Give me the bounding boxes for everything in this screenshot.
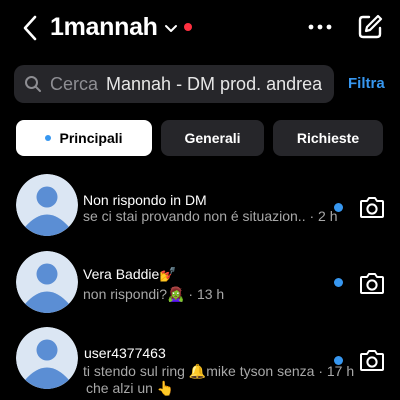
tab-principali[interactable]: Principali	[16, 120, 152, 156]
search-icon	[25, 76, 41, 92]
camera-icon[interactable]	[359, 195, 385, 219]
conversation-item[interactable]: Non rispondo in DM se ci stai provando n…	[0, 174, 400, 250]
search-suggestion: Mannah - DM prod. andrea	[106, 73, 323, 94]
chevron-left-icon[interactable]	[20, 14, 42, 42]
unread-indicator	[334, 278, 343, 287]
message-preview: ti stendo sul ring 🔔mike tyson senza · 1…	[83, 363, 355, 379]
unread-indicator	[334, 203, 343, 212]
filter-button[interactable]: Filtra	[348, 75, 385, 92]
message-time: 17 h	[326, 363, 355, 379]
tab-generali[interactable]: Generali	[161, 120, 264, 156]
avatar[interactable]	[16, 327, 78, 389]
conversation-item[interactable]: user4377463 ti stendo sul ring 🔔mike tys…	[0, 327, 400, 400]
top-bar: 1mannah	[0, 0, 400, 56]
message-preview: se ci stai provando non é situazion.. · …	[83, 208, 338, 224]
account-switcher[interactable]: 1mannah	[50, 13, 192, 42]
avatar[interactable]	[16, 251, 78, 313]
conversation-name: Non rispondo in DM	[83, 192, 207, 208]
message-time: 13 h	[196, 286, 225, 302]
conversation-name: Vera Baddie💅	[83, 266, 177, 282]
unread-indicator	[334, 356, 343, 365]
chevron-down-icon	[164, 24, 177, 32]
tab-label: Generali	[184, 130, 241, 146]
new-message-icon[interactable]	[356, 13, 384, 41]
camera-icon[interactable]	[359, 271, 385, 295]
account-username: 1mannah	[50, 13, 158, 41]
search-field[interactable]: Cerca Mannah - DM prod. andrea	[14, 65, 334, 103]
more-horizontal-icon[interactable]	[306, 17, 334, 37]
active-tab-dot	[45, 135, 52, 141]
camera-icon[interactable]	[359, 348, 385, 372]
conversation-item[interactable]: Vera Baddie💅 non rispondi?🧟‍♀️ · 13 h	[0, 251, 400, 327]
tab-richieste[interactable]: Richieste	[273, 120, 383, 156]
notification-dot	[183, 22, 192, 31]
conversation-name: user4377463	[84, 345, 166, 361]
message-preview-continued: che alzi un 👆	[86, 380, 175, 396]
tab-label: Principali	[59, 130, 123, 146]
tab-label: Richieste	[296, 130, 360, 146]
message-preview: non rispondi?🧟‍♀️ · 13 h	[83, 286, 225, 302]
avatar[interactable]	[16, 174, 78, 236]
search-placeholder: Cerca	[50, 73, 99, 94]
